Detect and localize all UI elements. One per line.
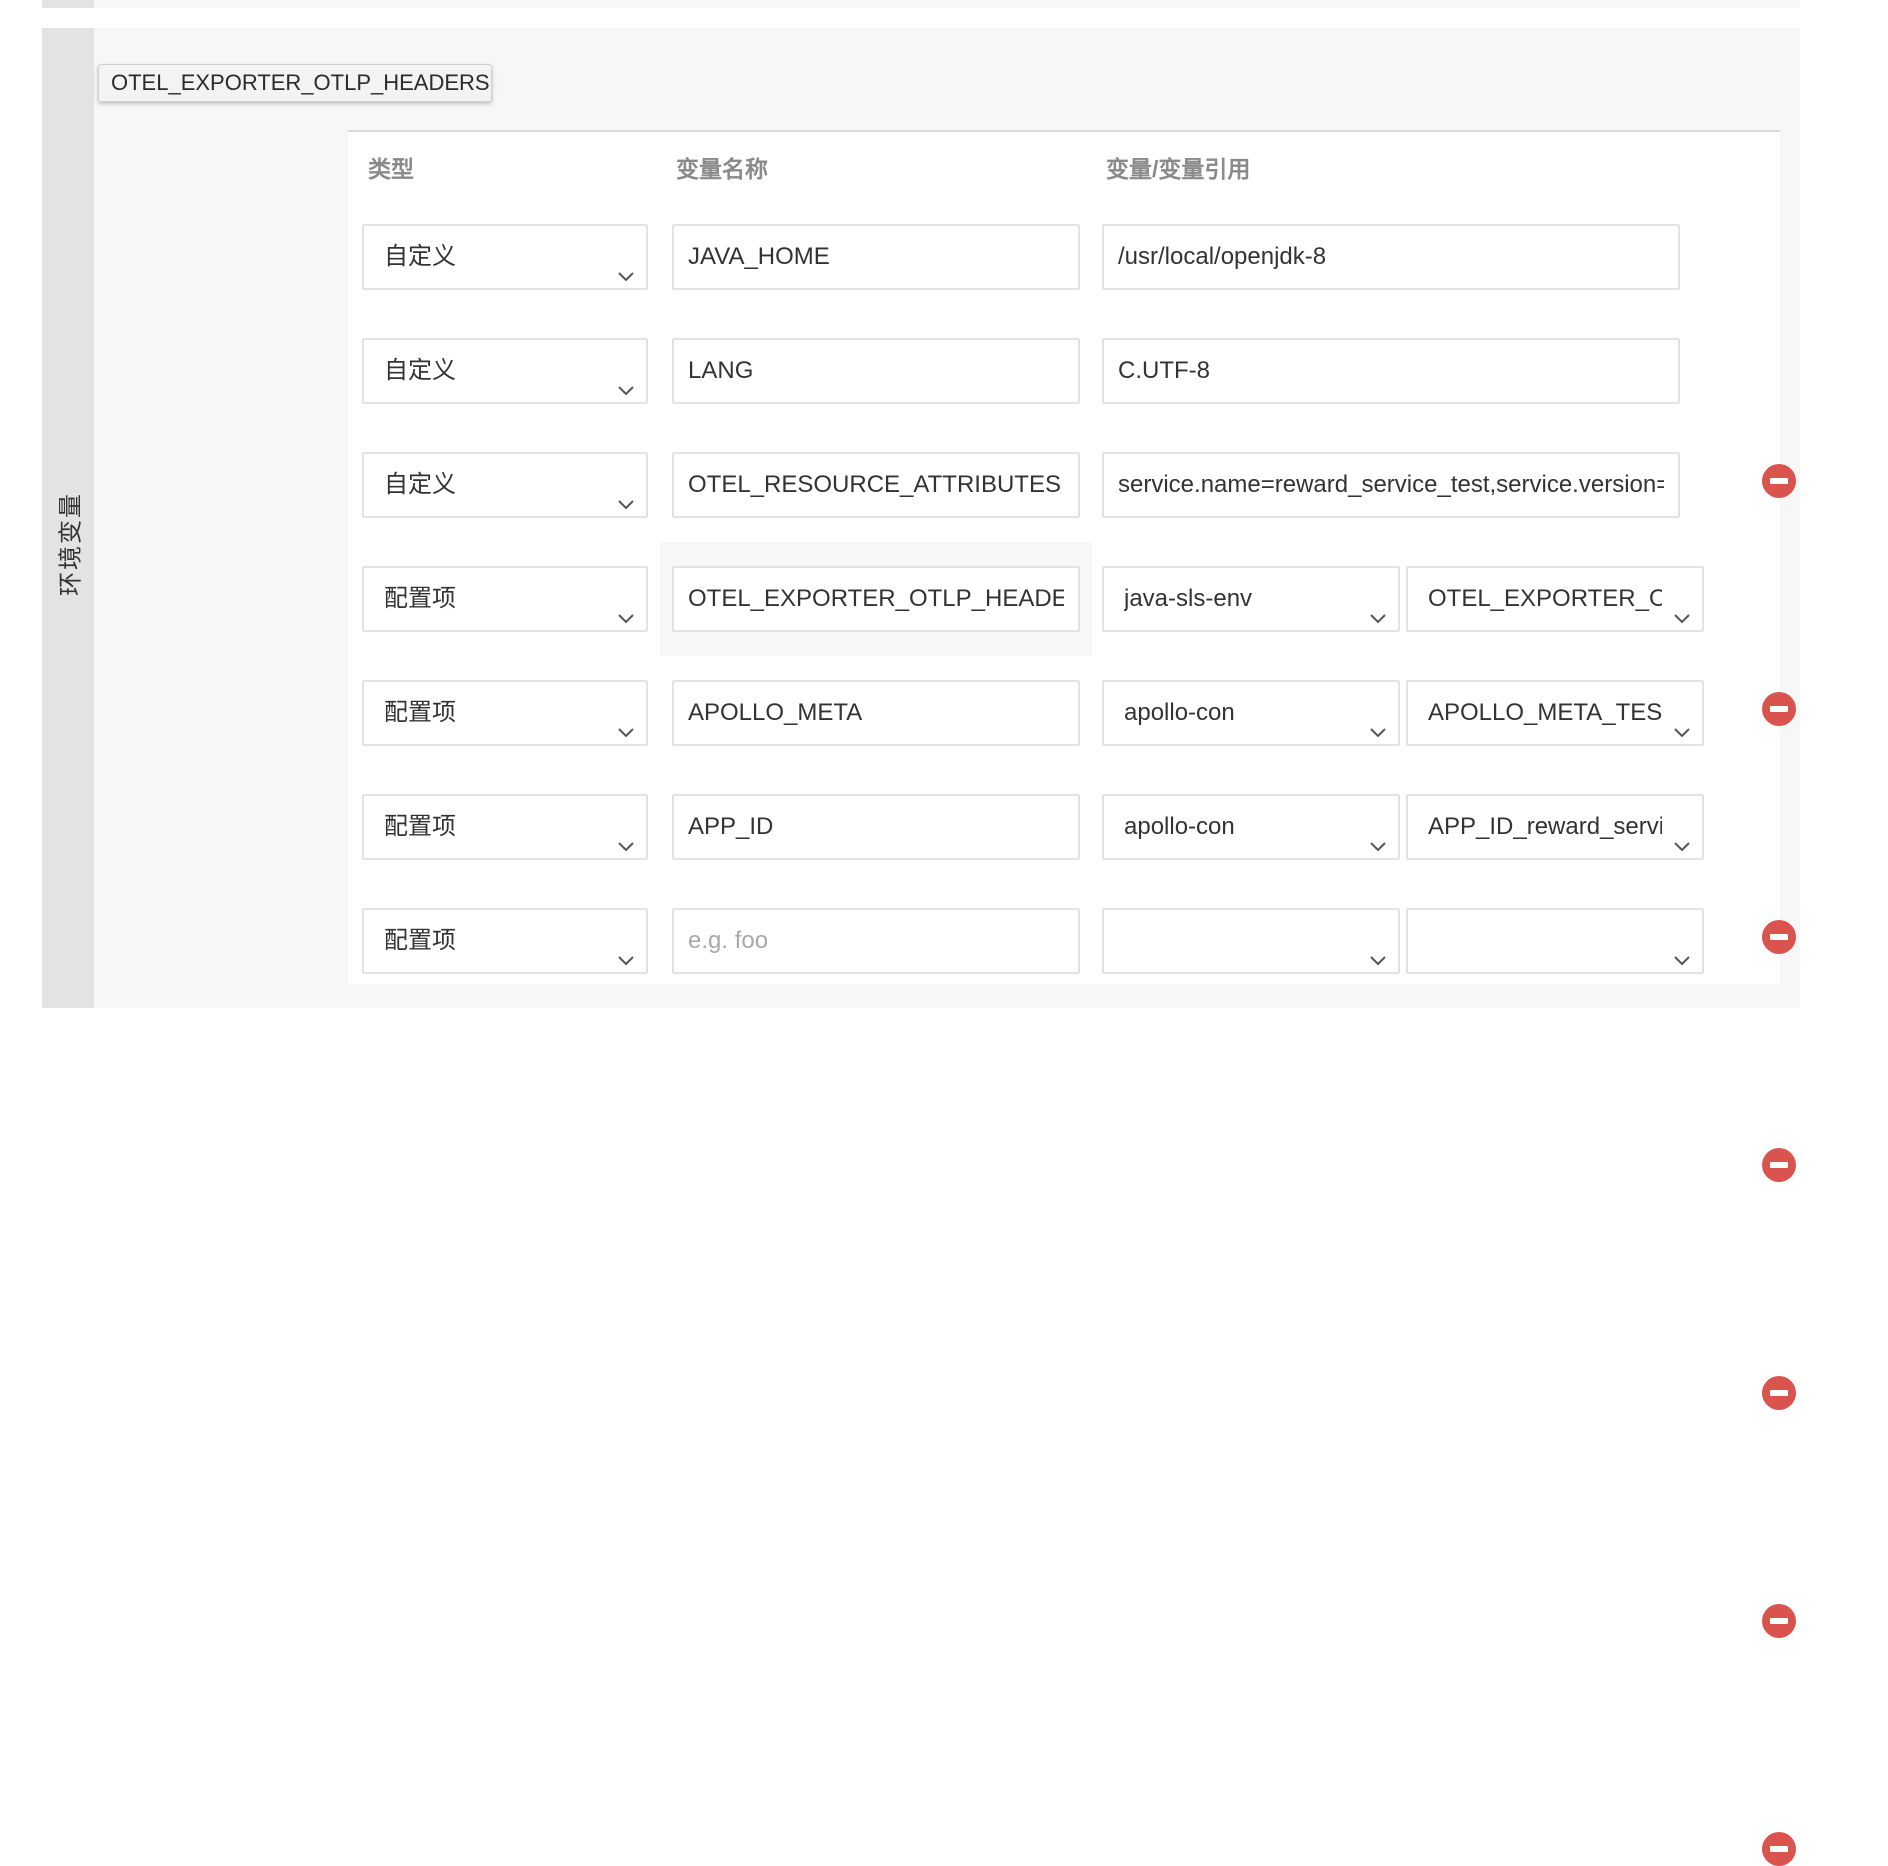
var-name-input-value: APP_ID bbox=[688, 813, 774, 840]
configmap-select[interactable] bbox=[1102, 908, 1400, 974]
env-var-row: 自定义 LANG C.UTF-8 bbox=[0, 338, 1888, 726]
chevron-down-icon bbox=[616, 362, 636, 396]
chevron-down-icon bbox=[616, 590, 636, 624]
var-name-input-value: OTEL_EXPORTER_OTLP_HEADERS bbox=[688, 585, 1064, 612]
configmap-select-value: apollo-con bbox=[1124, 813, 1235, 840]
configmap-select-value: apollo-con bbox=[1124, 699, 1235, 726]
var-name-input-value: OTEL_RESOURCE_ATTRIBUTES bbox=[688, 471, 1061, 498]
chevron-down-icon bbox=[1672, 818, 1692, 852]
var-value-input[interactable]: /usr/local/openjdk-8 bbox=[1102, 224, 1680, 290]
configmap-select-value: java-sls-env bbox=[1124, 585, 1253, 612]
chevron-down-icon bbox=[616, 818, 636, 852]
config-key-select[interactable] bbox=[1406, 908, 1704, 974]
type-select-value: 配置项 bbox=[384, 927, 456, 954]
type-select[interactable]: 自定义 bbox=[362, 338, 648, 404]
chevron-down-icon bbox=[1368, 704, 1388, 738]
type-select[interactable]: 配置项 bbox=[362, 794, 648, 860]
type-select[interactable]: 配置项 bbox=[362, 680, 648, 746]
config-key-select[interactable]: OTEL_EXPORTER_OTLP_HEADERS bbox=[1406, 566, 1704, 632]
config-key-select[interactable]: APP_ID_reward_service bbox=[1406, 794, 1704, 860]
name-tooltip: OTEL_EXPORTER_OTLP_HEADERS bbox=[98, 64, 492, 102]
var-name-input[interactable]: APP_ID bbox=[672, 794, 1080, 860]
var-name-input[interactable]: JAVA_HOME bbox=[672, 224, 1080, 290]
var-name-input-value: LANG bbox=[688, 357, 754, 384]
env-var-row: 配置项 APOLLO_META apollo-con APOLLO_META_TEST bbox=[0, 680, 1888, 1410]
chevron-down-icon bbox=[616, 476, 636, 510]
remove-row-button[interactable] bbox=[1762, 1148, 1796, 1182]
env-var-row: 自定义 OTEL_RESOURCE_ATTRIBUTES service.name=… bbox=[0, 452, 1888, 954]
type-select-value: 自定义 bbox=[384, 243, 456, 270]
type-select[interactable]: 配置项 bbox=[362, 908, 648, 974]
chevron-down-icon bbox=[1368, 590, 1388, 624]
var-name-input-value: APOLLO_META bbox=[688, 699, 863, 726]
env-var-row: 配置项 APP_ID apollo-con APP_ID_reward_service bbox=[0, 794, 1888, 1638]
config-key-select-value: APOLLO_META_TEST bbox=[1428, 699, 1662, 726]
var-value-input-value: C.UTF-8 bbox=[1118, 357, 1210, 384]
var-value-input-value: /usr/local/openjdk-8 bbox=[1118, 243, 1327, 270]
column-header-name: 变量名称 bbox=[676, 156, 768, 182]
var-name-input[interactable]: OTEL_RESOURCE_ATTRIBUTES bbox=[672, 452, 1080, 518]
remove-row-button[interactable] bbox=[1762, 1604, 1796, 1638]
chevron-down-icon bbox=[616, 932, 636, 966]
configmap-select[interactable]: apollo-con bbox=[1102, 680, 1400, 746]
previous-section-strip bbox=[42, 0, 94, 8]
chevron-down-icon bbox=[1672, 590, 1692, 624]
chevron-down-icon bbox=[616, 704, 636, 738]
remove-row-button[interactable] bbox=[1762, 1376, 1796, 1410]
type-select-value: 自定义 bbox=[384, 357, 456, 384]
column-header-type: 类型 bbox=[368, 156, 414, 182]
env-var-row: 自定义 JAVA_HOME/usr/local/openjdk-8 bbox=[0, 224, 1888, 498]
type-select[interactable]: 自定义 bbox=[362, 452, 648, 518]
type-select[interactable]: 自定义 bbox=[362, 224, 648, 290]
chevron-down-icon bbox=[1368, 932, 1388, 966]
var-name-input-placeholder: e.g. foo bbox=[688, 927, 769, 954]
remove-row-button[interactable] bbox=[1762, 1832, 1796, 1866]
var-value-input-value: service.name=reward_service_test,service… bbox=[1118, 471, 1664, 498]
var-name-input[interactable]: e.g. foo bbox=[672, 908, 1080, 974]
type-select-value: 配置项 bbox=[384, 699, 456, 726]
var-name-input-value: JAVA_HOME bbox=[688, 243, 830, 270]
type-select-value: 配置项 bbox=[384, 813, 456, 840]
chevron-down-icon bbox=[1672, 932, 1692, 966]
type-select-value: 自定义 bbox=[384, 471, 456, 498]
chevron-down-icon bbox=[1368, 818, 1388, 852]
config-key-select-value: OTEL_EXPORTER_OTLP_HEADERS bbox=[1428, 585, 1662, 612]
env-var-row: 配置项 e.g. foo bbox=[0, 908, 1888, 1866]
config-key-select[interactable]: APOLLO_META_TEST bbox=[1406, 680, 1704, 746]
configmap-select[interactable]: apollo-con bbox=[1102, 794, 1400, 860]
var-value-input[interactable]: C.UTF-8 bbox=[1102, 338, 1680, 404]
column-header-value: 变量/变量引用 bbox=[1106, 156, 1251, 182]
env-var-row: 配置项 OTEL_EXPORTER_OTLP_HEADERS java-sls-en… bbox=[0, 566, 1888, 1182]
chevron-down-icon bbox=[616, 248, 636, 282]
previous-section-panel bbox=[42, 0, 1800, 8]
type-select-value: 配置项 bbox=[384, 585, 456, 612]
configmap-select[interactable]: java-sls-env bbox=[1102, 566, 1400, 632]
config-key-select-value: APP_ID_reward_service bbox=[1428, 813, 1662, 840]
type-select[interactable]: 配置项 bbox=[362, 566, 648, 632]
chevron-down-icon bbox=[1672, 704, 1692, 738]
section-label-strip: 环境变量 bbox=[42, 28, 94, 1008]
var-name-input[interactable]: LANG bbox=[672, 338, 1080, 404]
var-name-input[interactable]: APOLLO_META bbox=[672, 680, 1080, 746]
var-value-input[interactable]: service.name=reward_service_test,service… bbox=[1102, 452, 1680, 518]
var-name-input[interactable]: OTEL_EXPORTER_OTLP_HEADERS bbox=[672, 566, 1080, 632]
